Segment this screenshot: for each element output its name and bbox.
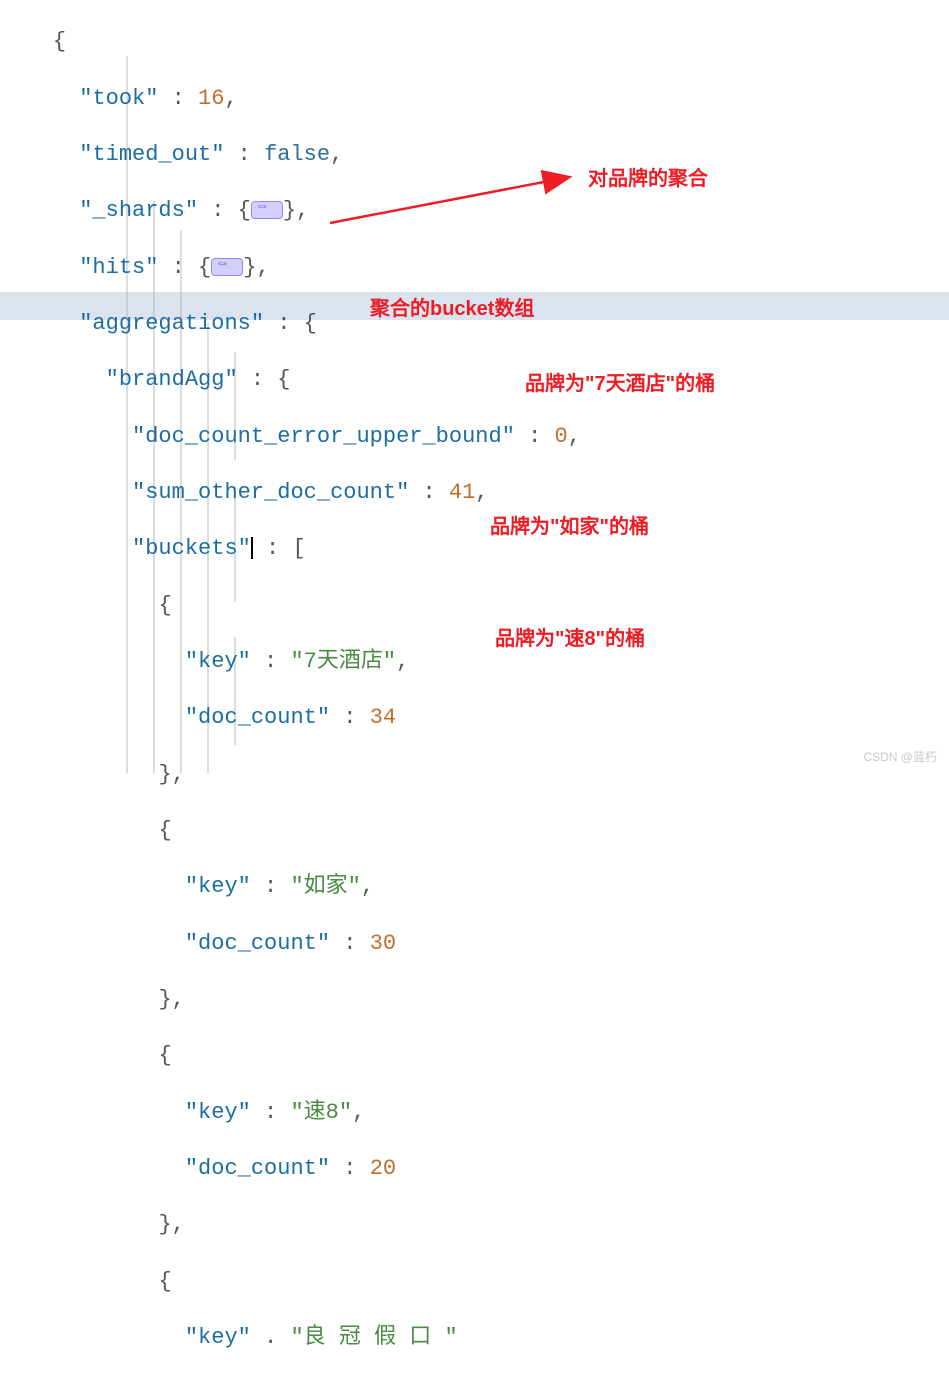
- fold-icon[interactable]: [211, 258, 243, 276]
- watermark: CSDN @蓝朽: [863, 748, 937, 765]
- fold-icon[interactable]: [251, 201, 283, 219]
- json-response: { "took" : 16, "timed_out" : false, "_sh…: [0, 0, 949, 773]
